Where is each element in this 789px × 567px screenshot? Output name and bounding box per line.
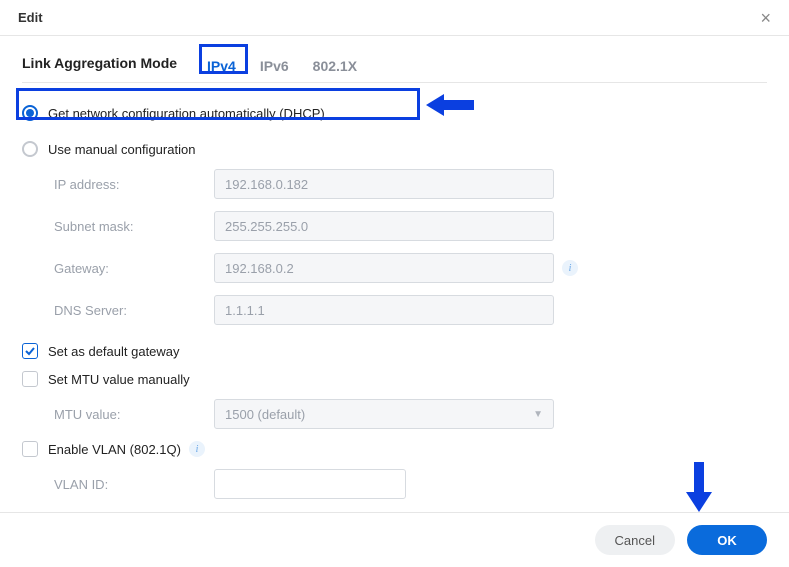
vlan-id-label: VLAN ID: — [54, 477, 214, 492]
ip-input[interactable] — [214, 169, 554, 199]
vlan-enable-checkbox[interactable] — [22, 441, 38, 457]
vlan-id-input[interactable] — [214, 469, 406, 499]
chevron-down-icon: ▼ — [533, 409, 543, 420]
radio-manual-option[interactable]: Use manual configuration — [22, 135, 767, 163]
subnet-label: Subnet mask: — [54, 219, 214, 234]
tab-ipv6[interactable]: IPv6 — [248, 52, 301, 82]
vlan-enable-row[interactable]: Enable VLAN (802.1Q) i — [22, 435, 767, 463]
default-gw-checkbox[interactable] — [22, 343, 38, 359]
titlebar: Edit × — [0, 0, 789, 36]
tab-ipv4[interactable]: IPv4 — [195, 52, 248, 82]
cancel-button[interactable]: Cancel — [595, 525, 675, 555]
gateway-label: Gateway: — [54, 261, 214, 276]
radio-dhcp-label: Get network configuration automatically … — [48, 106, 325, 121]
default-gw-row[interactable]: Set as default gateway — [22, 337, 767, 365]
mtu-value-label: MTU value: — [54, 407, 214, 422]
dialog-body: Get network configuration automatically … — [0, 93, 789, 505]
ok-button[interactable]: OK — [687, 525, 767, 555]
subnet-row: Subnet mask: — [22, 205, 767, 247]
tab-8021x[interactable]: 802.1X — [301, 52, 369, 82]
radio-dhcp[interactable] — [22, 105, 38, 121]
mtu-select[interactable]: 1500 (default) ▼ — [214, 399, 554, 429]
default-gw-label: Set as default gateway — [48, 344, 180, 359]
mtu-manual-label: Set MTU value manually — [48, 372, 190, 387]
radio-dhcp-option[interactable]: Get network configuration automatically … — [22, 99, 767, 127]
mtu-manual-checkbox[interactable] — [22, 371, 38, 387]
edit-dialog: Edit × Link Aggregation Mode IPv4 IPv6 8… — [0, 0, 789, 567]
mtu-value-row: MTU value: 1500 (default) ▼ — [22, 393, 767, 435]
dialog-title: Edit — [18, 10, 43, 25]
tabs-leading-label: Link Aggregation Mode — [22, 55, 177, 79]
vlan-id-row: VLAN ID: — [22, 463, 767, 505]
ip-row: IP address: — [22, 163, 767, 205]
dns-label: DNS Server: — [54, 303, 214, 318]
ip-label: IP address: — [54, 177, 214, 192]
radio-manual[interactable] — [22, 141, 38, 157]
info-icon[interactable]: i — [189, 441, 205, 457]
mtu-manual-row[interactable]: Set MTU value manually — [22, 365, 767, 393]
dialog-footer: Cancel OK — [0, 512, 789, 567]
subnet-input[interactable] — [214, 211, 554, 241]
tabs-row: Link Aggregation Mode IPv4 IPv6 802.1X — [22, 52, 767, 83]
gateway-row: Gateway: i — [22, 247, 767, 289]
mtu-select-value: 1500 (default) — [225, 407, 305, 422]
info-icon[interactable]: i — [562, 260, 578, 276]
vlan-enable-label: Enable VLAN (802.1Q) — [48, 442, 181, 457]
gateway-input[interactable] — [214, 253, 554, 283]
dns-row: DNS Server: — [22, 289, 767, 331]
radio-manual-label: Use manual configuration — [48, 142, 195, 157]
close-icon[interactable]: × — [760, 9, 771, 27]
dns-input[interactable] — [214, 295, 554, 325]
